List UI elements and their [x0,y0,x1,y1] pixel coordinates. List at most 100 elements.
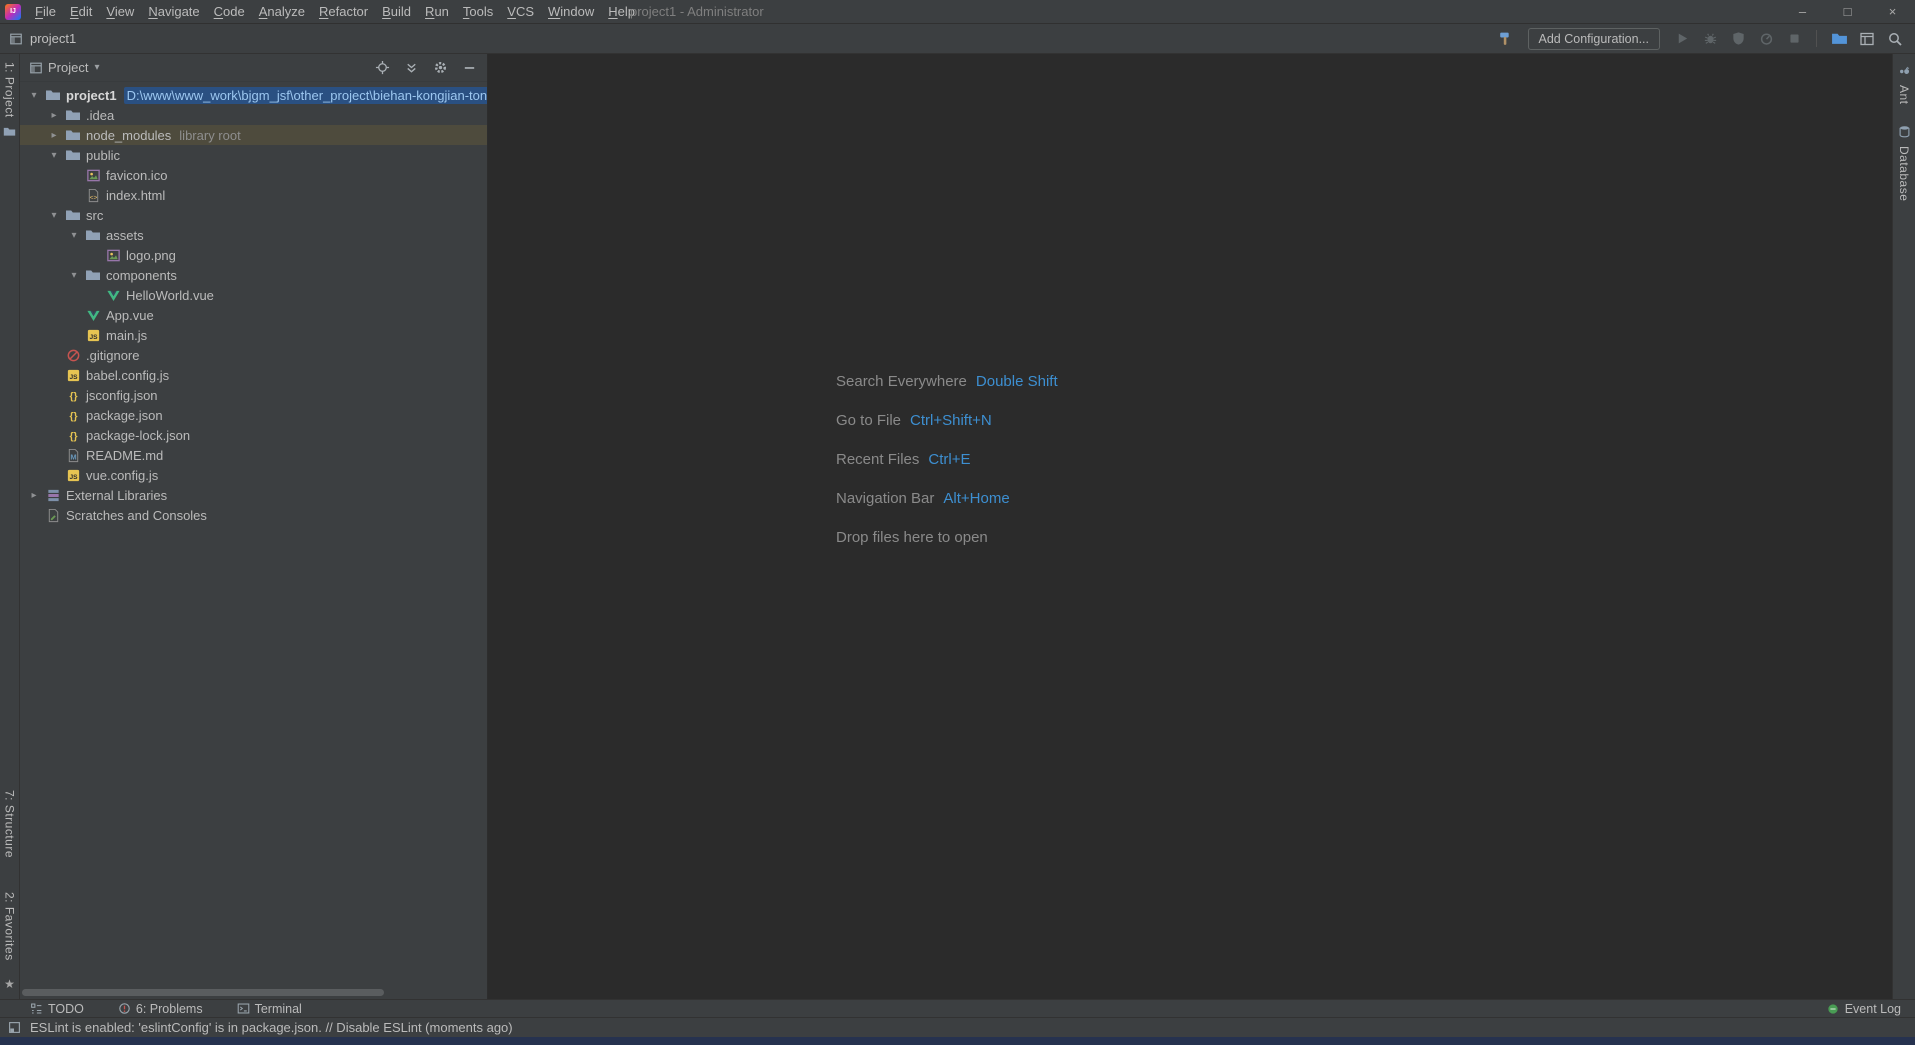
toolwindow-tab-label: Terminal [254,1001,302,1016]
project-view-selector[interactable]: Project [48,60,88,75]
tree-row-node-modules[interactable]: ▸ node_modules library root [20,125,487,145]
project-panel-header-icons [374,60,477,76]
editor-area[interactable]: Search Everywhere Double Shift Go to File C… [488,54,1892,999]
minimize-button[interactable]: – [1780,0,1825,23]
collapse-all-button[interactable] [403,60,419,76]
sidebar-tab-database[interactable]: Database [1897,125,1911,201]
build-hammer-button[interactable] [1496,29,1516,49]
menu-item-code[interactable]: Code [207,0,252,23]
horizontal-scrollbar[interactable] [22,989,384,996]
tree-item-label: vue.config.js [86,467,159,483]
profiler-button[interactable] [1756,29,1776,49]
menu-item-vcs[interactable]: VCS [500,0,541,23]
tree-row-babel-config-js[interactable]: JS babel.config.js [20,365,487,385]
restore-layout-button[interactable] [1857,29,1877,49]
toolwindow-tab-todo[interactable]: TODO [30,1002,84,1016]
folder-icon [64,207,82,223]
tree-row-favicon-ico[interactable]: favicon.ico [20,165,487,185]
tree-row-readme-md[interactable]: M README.md [20,445,487,465]
tree-item-label: src [86,207,104,223]
shortcut-action: Search Everywhere [836,372,967,390]
toolbar-project-name: project1 [30,31,77,46]
tree-row-index-html[interactable]: <> index.html [20,185,487,205]
tree-row-package-json[interactable]: {} package.json [20,405,487,425]
tree-row-public[interactable]: ▾ public [20,145,487,165]
shortcut-keys: Ctrl+Shift+N [910,411,992,429]
tree-row-package-lock-json[interactable]: {} package-lock.json [20,425,487,445]
favorites-star-icon[interactable]: ★ [4,977,15,991]
locate-file-button[interactable] [374,60,390,76]
toolwindow-tab-6-problems[interactable]: 6: Problems [118,1002,203,1016]
sidebar-tab-2-favorites[interactable]: 2: Favorites [3,892,17,961]
chevron-expanded-icon[interactable]: ▾ [24,90,44,101]
tree-row-vue-config-js[interactable]: JS vue.config.js [20,465,487,485]
toolwindow-tab-label: 6: Problems [135,1001,203,1016]
sidebar-tab-7-structure[interactable]: 7: Structure [3,790,17,858]
add-configuration-button[interactable]: Add Configuration... [1527,27,1660,50]
tool-window-toggle-icon[interactable] [8,1021,21,1034]
vue-icon [84,308,102,323]
json-icon: {} [64,388,82,403]
menu-item-run[interactable]: Run [418,0,456,23]
stop-button[interactable] [1784,29,1804,49]
chevron-collapsed-icon[interactable]: ▸ [44,130,64,141]
menu-item-refactor[interactable]: Refactor [312,0,375,23]
debug-button[interactable] [1700,29,1720,49]
menu-item-tools[interactable]: Tools [456,0,500,23]
chevron-expanded-icon[interactable]: ▾ [44,150,64,161]
tree-row-helloworld-vue[interactable]: HelloWorld.vue [20,285,487,305]
maximize-button[interactable]: □ [1825,0,1870,23]
tree-row-app-vue[interactable]: App.vue [20,305,487,325]
sidebar-tab-label: 1: Project [2,62,17,118]
menu-item-build[interactable]: Build [375,0,418,23]
html-icon: <> [84,188,102,203]
open-project-button[interactable] [1829,29,1849,49]
project-path: D:\www\www_work\bjgm_jsf\other_project\b… [123,86,487,104]
menu-item-view[interactable]: View [99,0,141,23]
chevron-expanded-icon[interactable]: ▾ [44,210,64,221]
tree-row-external-libraries[interactable]: ▸ External Libraries [20,485,487,505]
chevron-expanded-icon[interactable]: ▾ [64,270,84,281]
tree-row-jsconfig-json[interactable]: {} jsconfig.json [20,385,487,405]
project-panel-header: Project ▾ [20,54,487,82]
toolwindow-tab-terminal[interactable]: Terminal [237,1002,302,1016]
tree-row-gitignore[interactable]: .gitignore [20,345,487,365]
menu-item-file[interactable]: File [28,0,63,23]
menu-item-navigate[interactable]: Navigate [141,0,206,23]
chevron-down-icon: ▾ [94,62,100,73]
tree-item-label: index.html [106,187,166,203]
coverage-button[interactable] [1728,29,1748,49]
search-everywhere-button[interactable] [1885,29,1905,49]
menu-item-analyze[interactable]: Analyze [252,0,312,23]
tree-row-logo-png[interactable]: logo.png [20,245,487,265]
menu-item-window[interactable]: Window [541,0,601,23]
left-tool-strip: 1: Project 7: Structure 2: Favorites ★ [0,54,20,999]
tree-row-scratches-and-consoles[interactable]: Scratches and Consoles [20,505,487,525]
close-button[interactable]: × [1870,0,1915,23]
tree-row-main-js[interactable]: JS main.js [20,325,487,345]
run-button[interactable] [1672,29,1692,49]
hide-panel-button[interactable] [461,60,477,76]
windows-taskbar-strip [0,1037,1915,1045]
tree-row-components[interactable]: ▾ components [20,265,487,285]
tree-row-src[interactable]: ▾ src [20,205,487,225]
js-icon: JS [84,328,102,343]
window-controls: – □ × [1780,0,1915,23]
tree-row-project1[interactable]: ▾ project1 D:\www\www_work\bjgm_jsf\other_… [20,85,487,105]
svg-text:JS: JS [69,474,78,481]
chevron-collapsed-icon[interactable]: ▸ [24,490,44,501]
shortcut-action: Recent Files [836,450,920,468]
svg-text:JS: JS [89,334,98,341]
menu-item-edit[interactable]: Edit [63,0,99,23]
sidebar-tab-1-project[interactable]: 1: Project [3,62,17,139]
chevron-expanded-icon[interactable]: ▾ [64,230,84,241]
tree-row-idea[interactable]: ▸ .idea [20,105,487,125]
event-log-tab[interactable]: Event Log [1827,1002,1901,1016]
tree-item-label: node_modules [86,127,172,143]
tree-row-assets[interactable]: ▾ assets [20,225,487,245]
sidebar-tab-ant[interactable]: Ant [1897,64,1911,105]
chevron-collapsed-icon[interactable]: ▸ [44,110,64,121]
settings-gear-button[interactable] [432,60,448,76]
json-icon: {} [64,428,82,443]
status-message[interactable]: ESLint is enabled: 'eslintConfig' is in … [30,1020,513,1035]
